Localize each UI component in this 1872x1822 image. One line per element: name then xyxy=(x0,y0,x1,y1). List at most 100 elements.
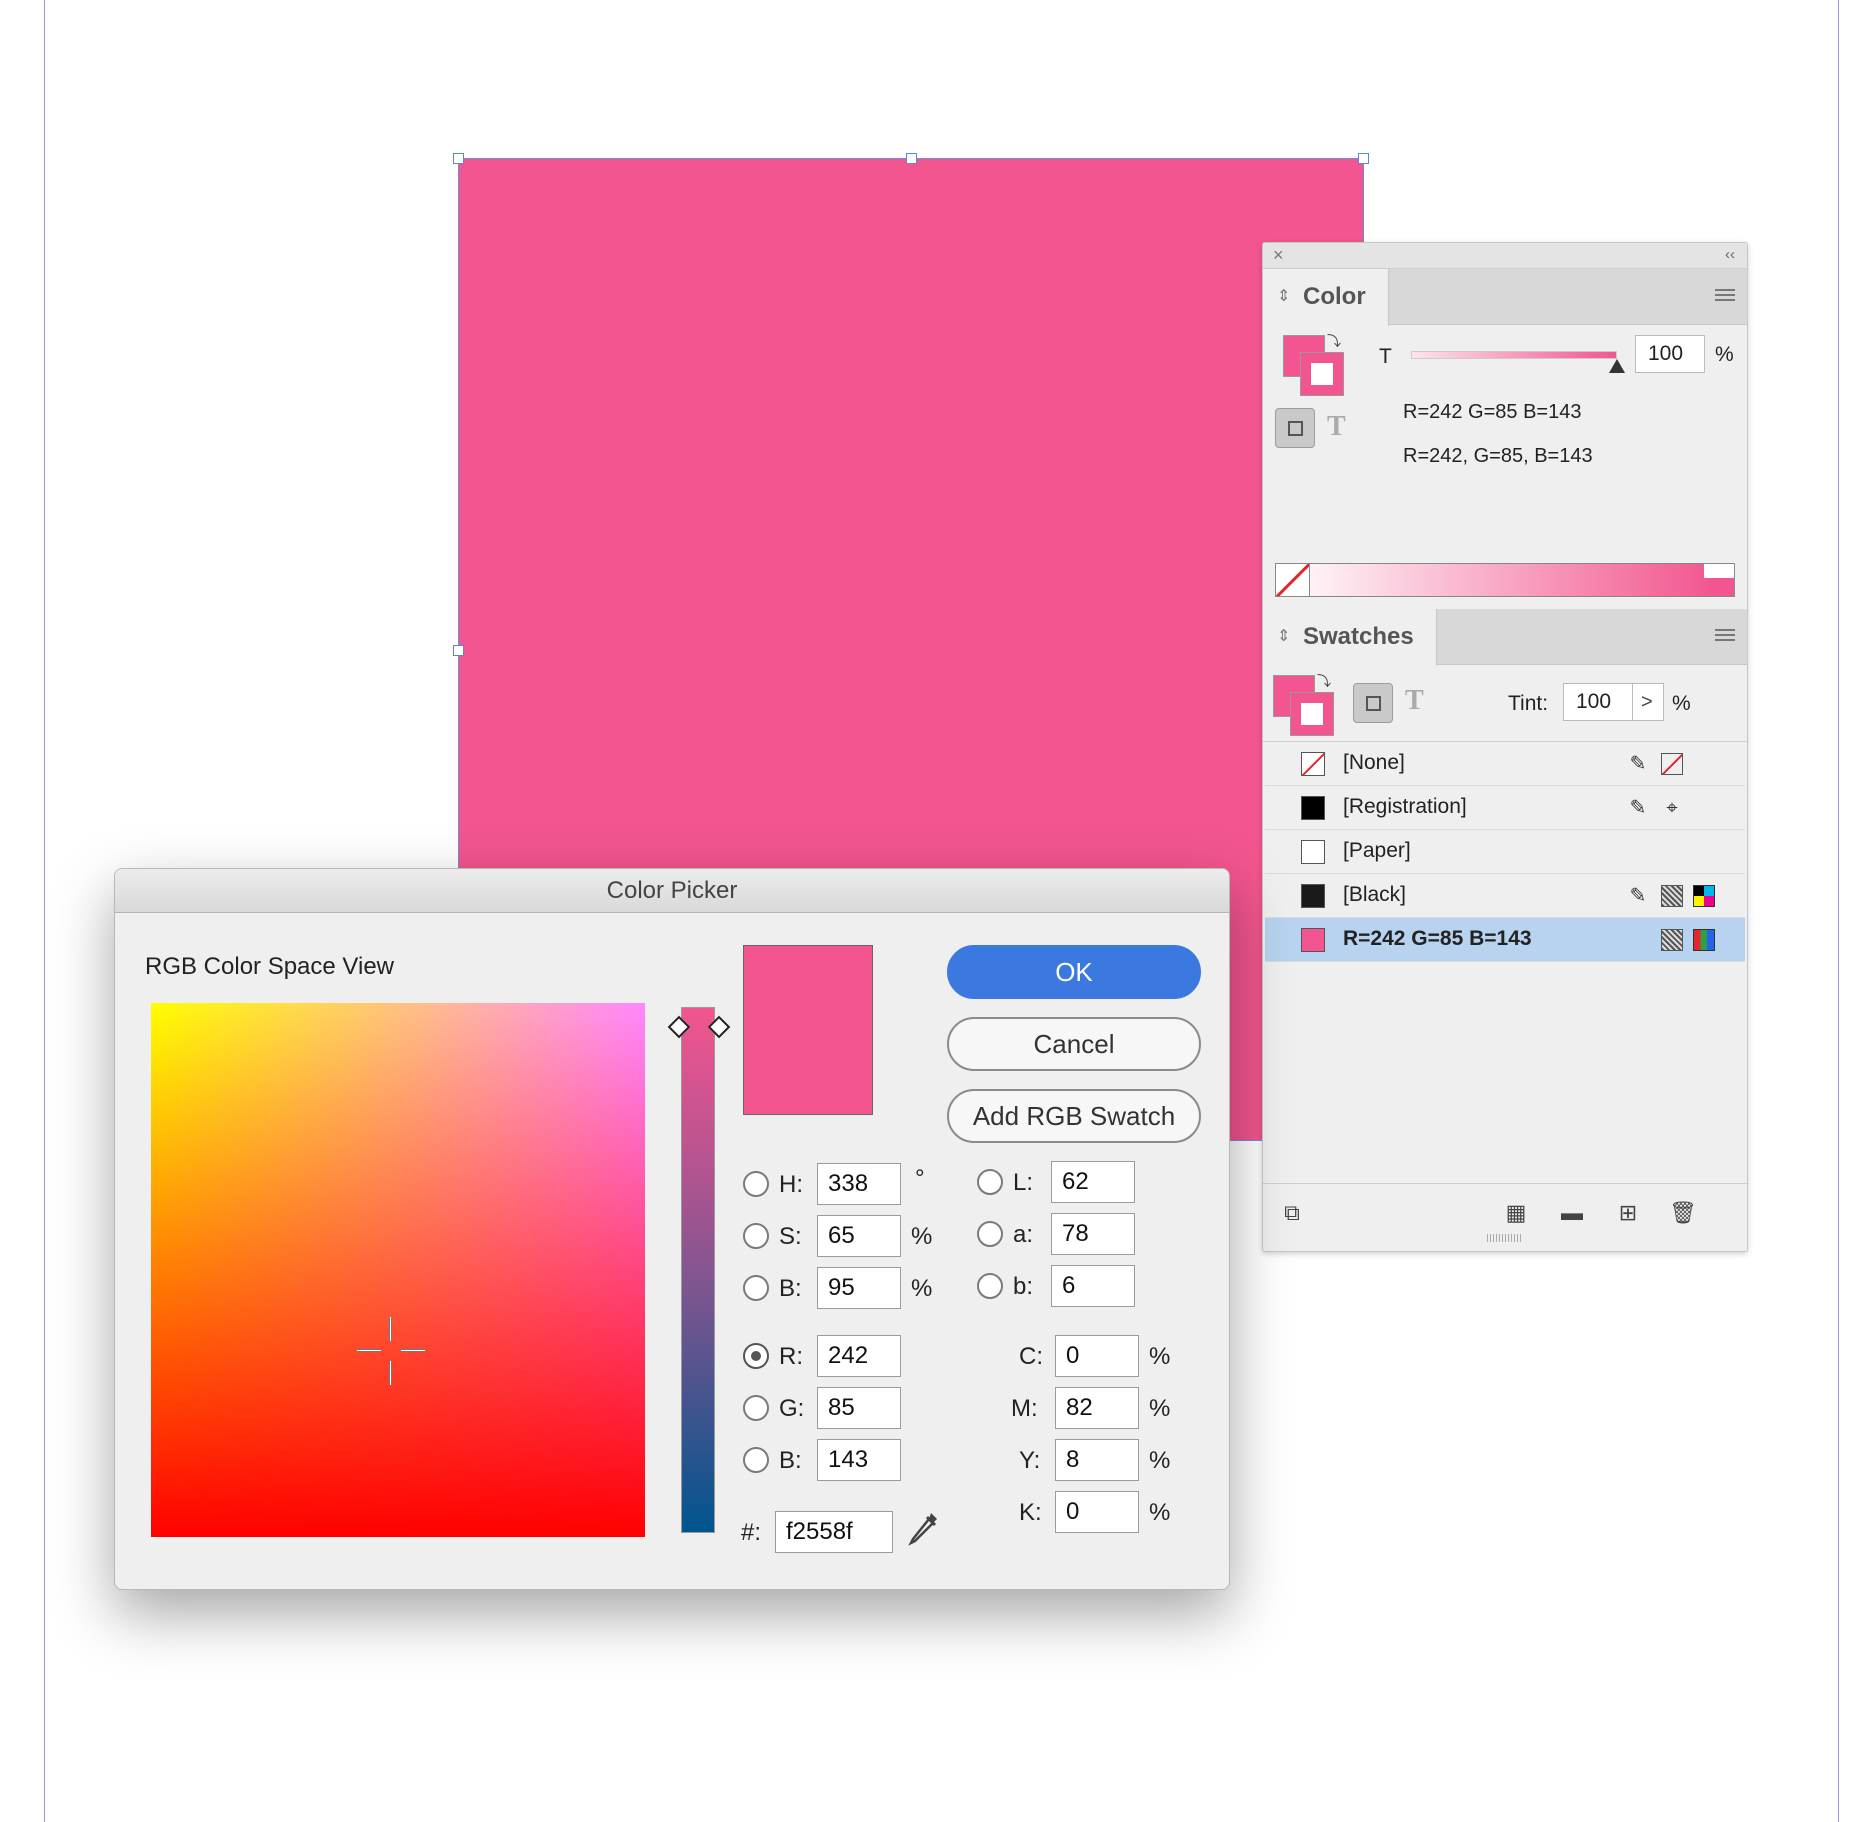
delete-swatch-icon[interactable]: 🗑 xyxy=(1669,1200,1697,1226)
lab-a-input[interactable]: 78 xyxy=(1051,1213,1135,1255)
swatch-row-paper[interactable]: [Paper] xyxy=(1265,830,1745,874)
brightness-input[interactable]: 95 xyxy=(817,1267,901,1309)
color-swatches-panel: × ‹‹ ⇕ Color ⤵ T T 100 % R=242 G=85 B=14… xyxy=(1262,242,1748,1252)
tint-stepper-button[interactable]: > xyxy=(1632,683,1664,721)
lab-a-label: a: xyxy=(1013,1221,1034,1248)
selection-handle-top-left[interactable] xyxy=(453,153,464,164)
saturation-radio[interactable] xyxy=(743,1223,769,1249)
green-radio[interactable] xyxy=(743,1395,769,1421)
left-margin-guide xyxy=(44,0,45,1822)
formatting-affects-text-icon[interactable]: T xyxy=(1405,685,1424,717)
lab-b-label: b: xyxy=(1013,1273,1034,1300)
tab-color[interactable]: ⇕ Color xyxy=(1263,269,1389,326)
swatch-name: [Registration] xyxy=(1343,795,1467,818)
blue-input[interactable]: 143 xyxy=(817,1439,901,1481)
hue-input[interactable]: 338 xyxy=(817,1163,901,1205)
brightness-unit: % xyxy=(911,1275,933,1302)
swatch-name: [Paper] xyxy=(1343,839,1411,862)
lab-b-input[interactable]: 6 xyxy=(1051,1265,1135,1307)
color-picker-dialog: Color Picker RGB Color Space View OK Can… xyxy=(114,868,1230,1590)
new-swatch-icon[interactable]: ⊞ xyxy=(1615,1200,1641,1226)
tint-slider-thumb[interactable] xyxy=(1609,359,1625,373)
resize-grip[interactable] xyxy=(1487,1234,1523,1242)
color-readout-secondary: R=242, G=85, B=143 xyxy=(1403,445,1593,467)
swatch-tint-label: Tint: xyxy=(1508,692,1549,715)
stroke-swatch[interactable] xyxy=(1300,352,1344,396)
tab-swatches[interactable]: ⇕ Swatches xyxy=(1263,609,1437,666)
none-color-icon[interactable] xyxy=(1276,564,1310,596)
swatch-row-none[interactable]: [None] ✎ xyxy=(1265,742,1745,786)
swap-fill-stroke-icon[interactable]: ⤵ xyxy=(1327,331,1341,351)
paper-swatch-chip xyxy=(1301,840,1325,864)
blue-label: B: xyxy=(779,1447,802,1474)
swap-fill-stroke-icon[interactable]: ⤵ xyxy=(1317,671,1331,691)
green-label: G: xyxy=(779,1395,805,1422)
ok-button[interactable]: OK xyxy=(947,945,1201,999)
color-space-view-label: RGB Color Space View xyxy=(145,953,394,980)
color-ramp[interactable] xyxy=(1275,563,1735,597)
selection-handle-top-middle[interactable] xyxy=(906,153,917,164)
hex-input[interactable]: f2558f xyxy=(775,1511,893,1553)
swatch-row-r242-g85-b143[interactable]: R=242 G=85 B=143 xyxy=(1265,918,1745,962)
green-input[interactable]: 85 xyxy=(817,1387,901,1429)
swatch-row-black[interactable]: [Black] ✎ xyxy=(1265,874,1745,918)
stroke-swatch[interactable] xyxy=(1290,692,1334,736)
cyan-label: C: xyxy=(1019,1343,1043,1370)
lab-l-radio[interactable] xyxy=(977,1169,1003,1195)
tint-slider[interactable] xyxy=(1411,351,1617,359)
fill-stroke-selector[interactable]: ⤵ xyxy=(1283,333,1345,397)
panel-footer: ⧉ ▦ ▬ ⊞ 🗑 xyxy=(1263,1183,1747,1253)
magenta-input[interactable]: 82 xyxy=(1055,1387,1139,1429)
show-swatch-kinds-icon[interactable]: ⧉ xyxy=(1279,1200,1305,1226)
swatch-name: [Black] xyxy=(1343,883,1407,906)
cyan-input[interactable]: 0 xyxy=(1055,1335,1139,1377)
tab-color-label: Color xyxy=(1303,283,1366,310)
formatting-affects-container-button[interactable] xyxy=(1353,683,1393,723)
swatch-view-icon[interactable]: ▦ xyxy=(1503,1200,1529,1226)
black-swatch-chip xyxy=(1301,884,1325,908)
custom-swatch-chip xyxy=(1301,928,1325,952)
formatting-affects-text-icon[interactable]: T xyxy=(1327,411,1346,443)
close-icon[interactable]: × xyxy=(1273,245,1284,266)
collapse-icon[interactable]: ‹‹ xyxy=(1725,246,1735,263)
swatches-fill-stroke-selector[interactable]: ⤵ xyxy=(1273,673,1335,737)
brightness-radio[interactable] xyxy=(743,1275,769,1301)
yellow-input[interactable]: 8 xyxy=(1055,1439,1139,1481)
expand-toggle-icon: ⇕ xyxy=(1277,628,1291,645)
red-radio[interactable] xyxy=(743,1343,769,1369)
yellow-label: Y: xyxy=(1019,1447,1041,1474)
hue-radio[interactable] xyxy=(743,1171,769,1197)
panel-menu-icon[interactable] xyxy=(1715,289,1735,303)
white-color-chip[interactable] xyxy=(1704,564,1734,578)
container-icon xyxy=(1288,421,1303,436)
swatch-tint-input[interactable]: 100 xyxy=(1563,683,1633,721)
no-edit-icon: ✎ xyxy=(1629,753,1647,775)
black-input[interactable]: 0 xyxy=(1055,1491,1139,1533)
eyedropper-icon[interactable] xyxy=(905,1509,941,1549)
magenta-label: M: xyxy=(1011,1395,1038,1422)
tint-input[interactable]: 100 xyxy=(1635,335,1705,373)
tint-unit: % xyxy=(1715,343,1734,366)
formatting-affects-container-button[interactable] xyxy=(1275,408,1315,448)
new-color-group-icon[interactable]: ▬ xyxy=(1559,1200,1585,1226)
add-rgb-swatch-button[interactable]: Add RGB Swatch xyxy=(947,1089,1201,1143)
selection-handle-top-right[interactable] xyxy=(1358,153,1369,164)
saturation-input[interactable]: 65 xyxy=(817,1215,901,1257)
color-field[interactable] xyxy=(151,1003,645,1537)
lab-b-radio[interactable] xyxy=(977,1273,1003,1299)
red-input[interactable]: 242 xyxy=(817,1335,901,1377)
lab-a-radio[interactable] xyxy=(977,1221,1003,1247)
saturation-label: S: xyxy=(779,1223,802,1250)
swatch-row-registration[interactable]: [Registration] ✎ ⌖ xyxy=(1265,786,1745,830)
panel-menu-icon[interactable] xyxy=(1715,629,1735,643)
swatch-tint-unit: % xyxy=(1672,692,1691,715)
selection-handle-middle-left[interactable] xyxy=(453,645,464,656)
red-label: R: xyxy=(779,1343,803,1370)
blue-radio[interactable] xyxy=(743,1447,769,1473)
cancel-button[interactable]: Cancel xyxy=(947,1017,1201,1071)
hex-label: #: xyxy=(741,1519,762,1546)
lab-l-input[interactable]: 62 xyxy=(1051,1161,1135,1203)
cmyk-mode-icon xyxy=(1693,885,1715,907)
blue-channel-slider[interactable] xyxy=(681,1007,715,1533)
hue-label: H: xyxy=(779,1171,803,1198)
